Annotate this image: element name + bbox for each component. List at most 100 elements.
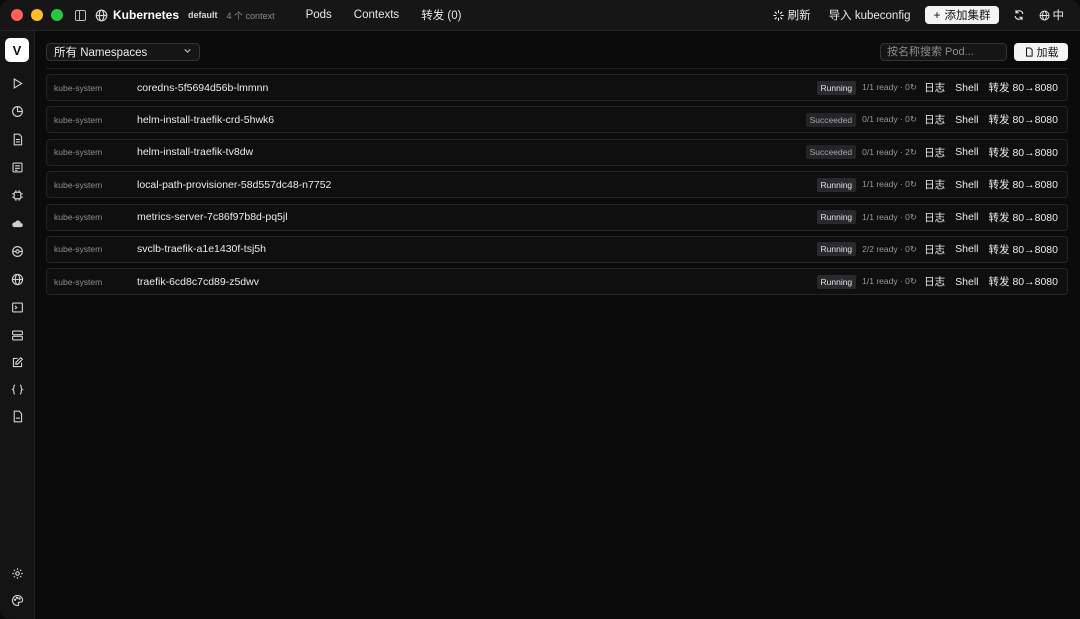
namespace-select[interactable]: 所有 Namespaces: [46, 43, 200, 61]
close-window-button[interactable]: [11, 9, 23, 21]
logs-button[interactable]: 日志: [924, 145, 945, 160]
pod-namespace: kube-system: [54, 82, 103, 93]
pod-name: helm-install-traefik-crd-5hwk6: [137, 113, 275, 126]
pie-chart-icon[interactable]: [10, 104, 24, 118]
edit-icon[interactable]: [10, 355, 24, 369]
pod-search-input[interactable]: [880, 43, 1007, 61]
add-cluster-button[interactable]: + 添加集群: [925, 6, 999, 24]
language-globe-icon: [1039, 10, 1049, 20]
pod-actions: Running 1/1 ready · 0↻ 日志 Shell 转发 80→80…: [816, 75, 1058, 100]
pod-ready-meta: 0/1 ready · 2↻: [862, 146, 918, 157]
logs-button[interactable]: 日志: [924, 177, 945, 192]
pod-actions: Running 1/1 ready · 0↻ 日志 Shell 转发 80→80…: [816, 172, 1058, 197]
pod-name: local-path-provisioner-58d557dc48-n7752: [137, 178, 332, 191]
left-rail: V: [0, 31, 35, 619]
status-badge: Running: [816, 210, 857, 225]
pod-ready-meta: 1/1 ready · 0↻: [862, 276, 918, 287]
port-forward-button[interactable]: 转发 80→8080: [989, 242, 1058, 257]
shell-button[interactable]: Shell: [955, 114, 978, 126]
logs-button[interactable]: 日志: [924, 112, 945, 127]
shell-button[interactable]: Shell: [955, 211, 978, 223]
port-forward-button[interactable]: 转发 80→8080: [989, 112, 1058, 127]
traffic-lights: [11, 9, 63, 21]
port-forward-button[interactable]: 转发 80→8080: [989, 274, 1058, 289]
pod-name: svclb-traefik-a1e1430f-tsj5h: [137, 243, 266, 256]
chip-icon[interactable]: [10, 188, 24, 202]
pod-ready-meta: 0/1 ready · 0↻: [862, 114, 918, 125]
server-icon[interactable]: [10, 328, 24, 342]
pod-namespace: kube-system: [54, 244, 103, 255]
port-forward-button[interactable]: 转发 80→8080: [989, 177, 1058, 192]
port-forward-button[interactable]: 转发 80→8080: [989, 80, 1058, 95]
pod-row[interactable]: kube-system svclb-traefik-a1e1430f-tsj5h…: [46, 235, 1068, 263]
app-logo[interactable]: V: [5, 38, 29, 62]
sidebar-toggle-icon[interactable]: [75, 9, 86, 21]
pod-ready-meta: 1/1 ready · 0↻: [862, 179, 918, 190]
titlebar-actions: 刷新 导入 kubeconfig + 添加集群 中: [764, 0, 1080, 30]
pod-row[interactable]: kube-system helm-install-traefik-crd-5hw…: [46, 106, 1068, 134]
shell-button[interactable]: Shell: [955, 179, 978, 191]
palette-icon[interactable]: [10, 593, 24, 607]
play-icon[interactable]: [10, 76, 24, 90]
document-icon[interactable]: [10, 132, 24, 146]
shell-button[interactable]: Shell: [955, 276, 978, 288]
minimize-window-button[interactable]: [31, 9, 43, 21]
terminal-icon[interactable]: [10, 300, 24, 314]
load-label: 加载: [1036, 47, 1059, 59]
globe-nav-icon[interactable]: [10, 272, 24, 286]
pod-row[interactable]: kube-system helm-install-traefik-tv8dw S…: [46, 138, 1068, 166]
import-label: 导入 kubeconfig: [828, 10, 911, 22]
main-content: 所有 Namespaces 加载 kube-system coredns-5f5…: [35, 31, 1080, 619]
braces-icon[interactable]: [10, 382, 24, 396]
pod-name: traefik-6cd8c7cd89-z5dwv: [137, 275, 259, 288]
port-forward-button[interactable]: 转发 80→8080: [989, 210, 1058, 225]
title-bar: Kubernetes default 4 个 context Pods Cont…: [0, 0, 1080, 31]
pod-namespace: kube-system: [54, 212, 103, 223]
refresh-button[interactable]: 刷新: [764, 7, 820, 23]
status-badge: Succeeded: [805, 145, 857, 160]
pod-row[interactable]: kube-system traefik-6cd8c7cd89-z5dwv Run…: [46, 268, 1068, 296]
chevron-down-icon: [183, 46, 192, 58]
newspaper-icon[interactable]: [10, 160, 24, 174]
pod-ready-meta: 2/2 ready · 0↻: [862, 243, 918, 254]
maximize-window-button[interactable]: [51, 9, 63, 21]
settings-icon[interactable]: [10, 566, 24, 580]
file-icon[interactable]: [10, 409, 24, 423]
context-count: 4 个 context: [226, 10, 275, 21]
status-badge: Succeeded: [805, 112, 857, 127]
logs-button[interactable]: 日志: [924, 274, 945, 289]
pod-actions: Running 1/1 ready · 0↻ 日志 Shell 转发 80→80…: [816, 269, 1058, 294]
sync-button[interactable]: [1005, 9, 1033, 21]
current-context[interactable]: default: [188, 10, 218, 20]
logs-button[interactable]: 日志: [924, 242, 945, 257]
pod-namespace: kube-system: [54, 276, 103, 287]
globe-icon: [95, 9, 108, 22]
shell-button[interactable]: Shell: [955, 146, 978, 158]
language-switch[interactable]: 中: [1033, 7, 1071, 23]
pod-name: metrics-server-7c86f97b8d-pq5jl: [137, 211, 288, 224]
pod-row[interactable]: kube-system local-path-provisioner-58d55…: [46, 171, 1068, 199]
shell-button[interactable]: Shell: [955, 82, 978, 94]
load-button[interactable]: 加载: [1014, 43, 1068, 61]
sync-icon: [1014, 9, 1023, 21]
pod-row[interactable]: kube-system metrics-server-7c86f97b8d-pq…: [46, 203, 1068, 231]
pod-actions: Succeeded 0/1 ready · 0↻ 日志 Shell 转发 80→…: [805, 107, 1058, 132]
app-window: Kubernetes default 4 个 context Pods Cont…: [0, 0, 1080, 619]
logs-button[interactable]: 日志: [924, 80, 945, 95]
cloud-icon[interactable]: [10, 216, 24, 230]
network-icon[interactable]: [10, 244, 24, 258]
pod-ready-meta: 1/1 ready · 0↻: [862, 211, 918, 222]
tab-contexts[interactable]: Contexts: [343, 9, 410, 21]
refresh-label: 刷新: [787, 10, 811, 22]
shell-button[interactable]: Shell: [955, 243, 978, 255]
import-kubeconfig-button[interactable]: 导入 kubeconfig: [820, 7, 920, 23]
pod-row[interactable]: kube-system coredns-5f5694d56b-lmmnn Run…: [46, 74, 1068, 101]
tab-pods[interactable]: Pods: [295, 9, 343, 21]
port-forward-button[interactable]: 转发 80→8080: [989, 145, 1058, 160]
logs-button[interactable]: 日志: [924, 210, 945, 225]
pod-actions: Running 2/2 ready · 0↻ 日志 Shell 转发 80→80…: [816, 237, 1058, 262]
status-badge: Running: [816, 242, 857, 257]
tab-forwards[interactable]: 转发 (0): [410, 7, 472, 23]
status-badge: Running: [816, 80, 857, 95]
pod-actions: Succeeded 0/1 ready · 2↻ 日志 Shell 转发 80→…: [805, 140, 1058, 165]
